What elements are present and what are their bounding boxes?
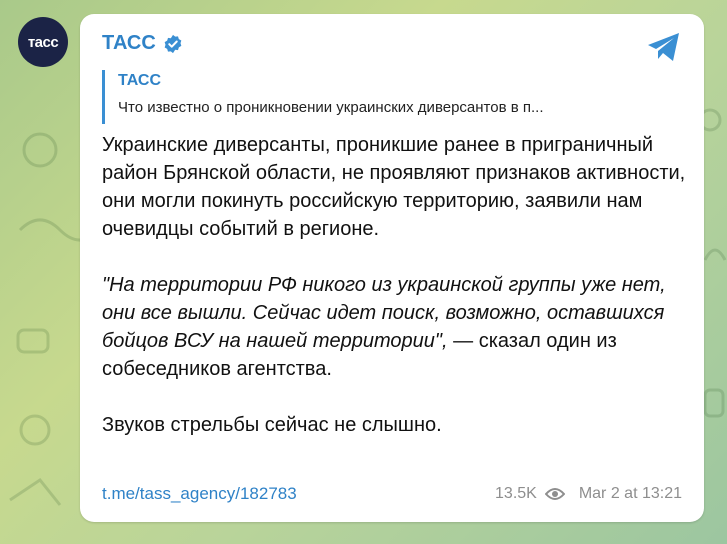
message-bubble: ТАСС ТАСС Что известно о проникновении у…: [80, 14, 704, 522]
message-footer: t.me/tass_agency/182783 13.5K Mar 2 at 1…: [102, 484, 682, 504]
avatar-text: тасс: [27, 33, 59, 51]
view-count: 13.5K: [495, 485, 537, 502]
telegram-plane-icon[interactable]: [646, 31, 682, 63]
message-timestamp: Mar 2 at 13:21: [578, 485, 682, 502]
message-paragraph: Украинские диверсанты, проникшие ранее в…: [102, 134, 686, 240]
channel-avatar[interactable]: тасс: [18, 17, 68, 67]
reply-preview[interactable]: ТАСС Что известно о проникновении украин…: [102, 70, 680, 124]
message-quote-paragraph: "На территории РФ никого из украинской г…: [102, 271, 687, 383]
verified-badge-icon: [164, 34, 182, 53]
channel-name[interactable]: ТАСС: [102, 32, 156, 55]
reply-author: ТАСС: [118, 72, 162, 89]
message-header: ТАСС: [102, 32, 183, 55]
eye-icon: [544, 488, 565, 500]
reply-text: Что известно о проникновении украинских …: [118, 99, 544, 116]
post-link[interactable]: t.me/tass_agency/182783: [102, 484, 297, 504]
message-text: Украинские диверсанты, проникшие ранее в…: [102, 131, 687, 439]
message-paragraph: Звуков стрельбы сейчас не слышно.: [102, 414, 442, 436]
